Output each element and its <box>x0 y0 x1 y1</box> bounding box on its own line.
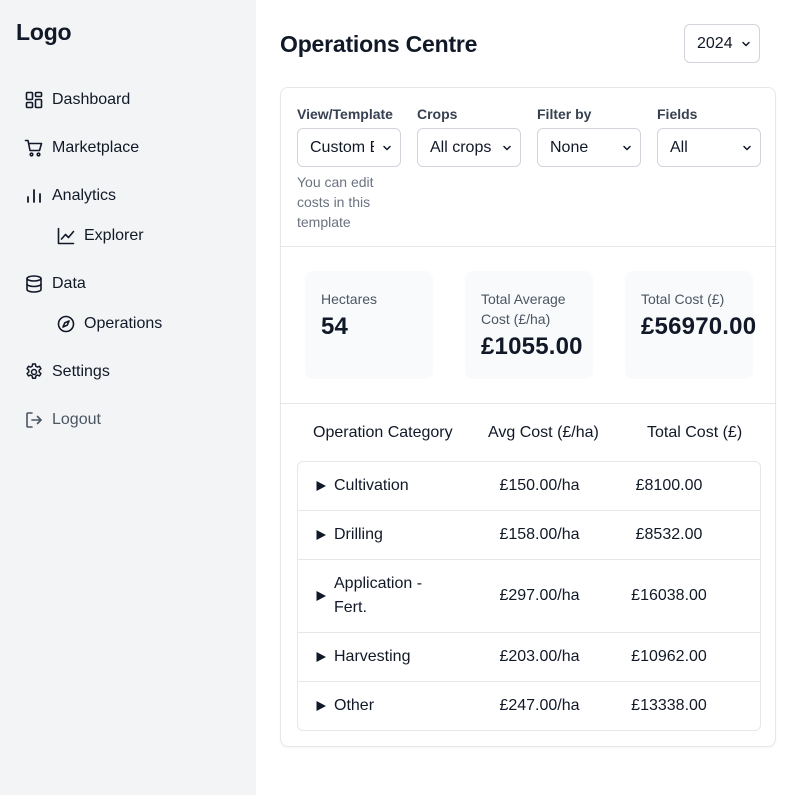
stat-label: Total Average Cost (£/ha) <box>481 291 566 327</box>
row-avg-cost: £247.00/ha <box>499 697 580 714</box>
sidebar-item-data[interactable]: Data <box>24 272 86 296</box>
database-icon <box>24 274 44 294</box>
logout-icon <box>24 410 44 430</box>
fields-select[interactable]: All <box>657 128 761 167</box>
column-header-avg-cost[interactable]: Avg Cost (£/ha) <box>488 424 599 442</box>
row-total-cost: £13338.00 <box>631 697 707 714</box>
stat-value: £56970.00 <box>641 313 757 340</box>
page-title: Operations Centre <box>280 31 478 57</box>
divider <box>281 403 775 404</box>
crops-select[interactable]: All crops <box>417 128 521 167</box>
year-select[interactable]: 2024 <box>684 24 760 63</box>
view-template-label: View/Template <box>297 106 393 122</box>
sidebar-item-label: Dashboard <box>52 91 131 108</box>
expand-triangle-icon[interactable] <box>315 529 327 541</box>
stat-value: 54 <box>321 313 349 340</box>
chevron-down-icon <box>622 143 632 153</box>
column-header-category[interactable]: Operation Category <box>313 424 453 442</box>
chevron-down-icon <box>742 143 752 153</box>
chevron-down-icon <box>382 143 392 153</box>
row-avg-cost: £158.00/ha <box>499 526 580 543</box>
row-total-cost: £10962.00 <box>631 648 707 665</box>
row-total-cost: £8532.00 <box>635 526 703 543</box>
row-total-cost: £8100.00 <box>635 477 703 494</box>
expand-triangle-icon[interactable] <box>315 651 327 663</box>
chevron-down-icon <box>741 39 751 49</box>
sidebar: Logo Dashboard Marketplace Analytics Exp… <box>0 0 256 795</box>
filter-by-label: Filter by <box>537 106 592 122</box>
expand-triangle-icon[interactable] <box>315 480 327 492</box>
crops-value: All crops <box>430 138 492 156</box>
sidebar-item-label: Explorer <box>84 227 144 244</box>
template-helper-text: You can edit costs in this template <box>297 174 374 230</box>
filter-by-select[interactable]: None <box>537 128 641 167</box>
gear-icon <box>24 362 44 382</box>
sidebar-item-label: Data <box>52 275 86 292</box>
row-category: Application - Fert. <box>334 575 423 616</box>
sidebar-item-label: Operations <box>84 315 163 332</box>
sidebar-item-explorer[interactable]: Explorer <box>56 224 144 248</box>
row-category: Harvesting <box>334 648 411 665</box>
row-total-cost: £16038.00 <box>631 587 707 604</box>
sidebar-item-label: Marketplace <box>52 139 140 156</box>
table-row[interactable]: Cultivation £150.00/ha £8100.00 <box>298 462 760 511</box>
table-row[interactable]: Application - Fert. £297.00/ha £16038.00 <box>298 560 760 633</box>
crops-label: Crops <box>417 106 458 122</box>
column-header-total-cost[interactable]: Total Cost (£) <box>647 424 742 442</box>
stat-total-cost: Total Cost (£) £56970.00 <box>625 271 757 379</box>
table-row[interactable]: Drilling £158.00/ha £8532.00 <box>298 511 760 560</box>
row-category: Other <box>334 697 375 714</box>
sidebar-item-label: Analytics <box>52 187 117 204</box>
stat-average-cost: Total Average Cost (£/ha) £1055.00 <box>465 271 593 379</box>
sidebar-item-operations[interactable]: Operations <box>56 312 162 336</box>
sidebar-item-label: Settings <box>52 363 110 380</box>
year-select-value: 2024 <box>697 34 733 52</box>
sidebar-item-marketplace[interactable]: Marketplace <box>24 136 139 160</box>
sidebar-item-logout[interactable]: Logout <box>24 408 101 432</box>
stat-value: £1055.00 <box>481 333 583 360</box>
cart-icon <box>24 138 44 158</box>
divider <box>281 246 775 247</box>
logo[interactable]: Logo <box>16 19 72 46</box>
sidebar-item-settings[interactable]: Settings <box>24 360 110 384</box>
sidebar-item-dashboard[interactable]: Dashboard <box>24 88 130 112</box>
compass-icon <box>56 314 76 334</box>
bar-chart-icon <box>24 186 44 206</box>
view-template-value: Custom Basic <box>310 138 374 156</box>
stat-hectares: Hectares 54 <box>305 271 433 379</box>
row-category: Cultivation <box>334 477 409 494</box>
operations-card: View/Template Custom Basic Crops All cro… <box>280 87 776 747</box>
expand-triangle-icon[interactable] <box>315 590 327 602</box>
row-category: Drilling <box>334 526 383 543</box>
expand-triangle-icon[interactable] <box>315 700 327 712</box>
line-chart-icon <box>56 226 76 246</box>
table-row[interactable]: Harvesting £203.00/ha £10962.00 <box>298 633 760 682</box>
stat-label: Hectares <box>321 291 378 307</box>
view-template-select[interactable]: Custom Basic <box>297 128 401 167</box>
row-avg-cost: £203.00/ha <box>499 648 580 665</box>
row-avg-cost: £297.00/ha <box>499 587 580 604</box>
chevron-down-icon <box>502 143 512 153</box>
operations-table: Cultivation £150.00/ha £8100.00 Drilling… <box>297 461 761 731</box>
sidebar-item-analytics[interactable]: Analytics <box>24 184 116 208</box>
stat-label: Total Cost (£) <box>641 291 725 307</box>
table-row[interactable]: Other £247.00/ha £13338.00 <box>298 682 760 730</box>
sidebar-item-label: Logout <box>52 411 101 428</box>
filter-by-value: None <box>550 138 589 156</box>
dashboard-icon <box>24 90 44 110</box>
row-avg-cost: £150.00/ha <box>499 477 580 494</box>
fields-label: Fields <box>657 106 698 122</box>
fields-value: All <box>670 138 688 156</box>
